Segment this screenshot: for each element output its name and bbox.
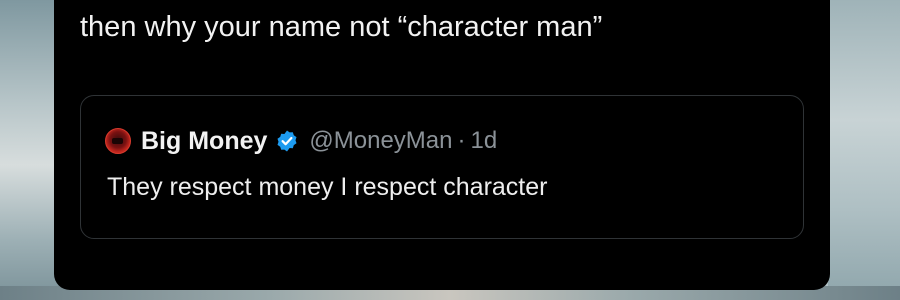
quoted-post-text: They respect money I respect character	[107, 173, 548, 201]
quoted-post-header: Big Money @MoneyMan · 1d	[105, 126, 497, 156]
background-left-blur	[0, 0, 60, 300]
post-card: then why your name not “character man” B…	[54, 0, 830, 290]
separator-dot: ·	[457, 127, 466, 154]
avatar[interactable]	[105, 128, 131, 154]
quoted-post[interactable]: Big Money @MoneyMan · 1d They respect mo…	[80, 95, 804, 239]
quoted-post-time[interactable]: 1d	[471, 127, 498, 155]
quoted-author-handle[interactable]: @MoneyMan	[309, 127, 452, 155]
verified-badge-icon	[275, 129, 299, 153]
post-text: then why your name not “character man”	[80, 11, 603, 43]
background-right-blur	[828, 0, 900, 300]
quoted-author-name[interactable]: Big Money	[141, 127, 267, 156]
